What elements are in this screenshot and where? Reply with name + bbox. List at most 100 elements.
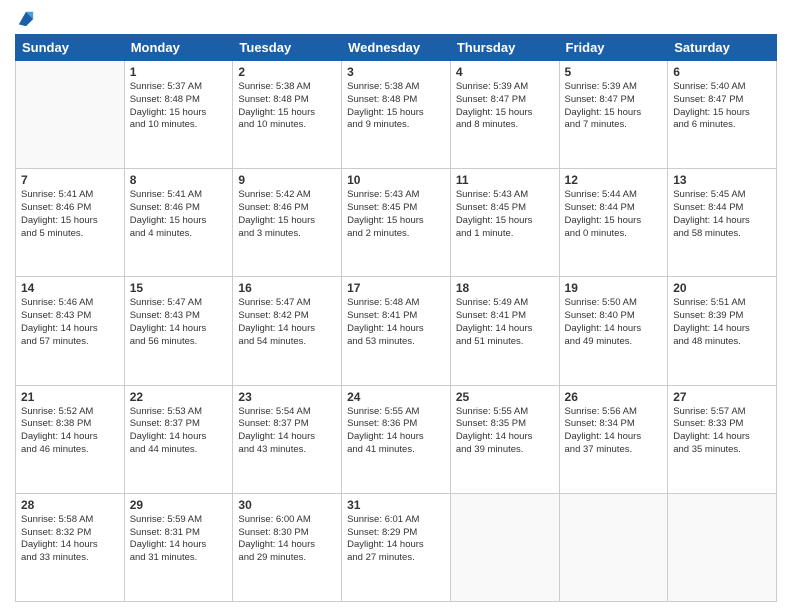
cell-date-number: 12 [565,173,663,187]
cell-info: Sunrise: 5:41 AMSunset: 8:46 PMDaylight:… [21,189,119,240]
cell-date-number: 7 [21,173,119,187]
cell-info: Sunrise: 5:43 AMSunset: 8:45 PMDaylight:… [456,189,554,240]
calendar-cell: 3 Sunrise: 5:38 AMSunset: 8:48 PMDaylight… [342,61,451,169]
cell-date-number: 17 [347,281,445,295]
cell-info: Sunrise: 5:47 AMSunset: 8:42 PMDaylight:… [238,297,336,348]
calendar-week-row: 1 Sunrise: 5:37 AMSunset: 8:48 PMDaylight… [16,61,777,169]
cell-info: Sunrise: 5:41 AMSunset: 8:46 PMDaylight:… [130,189,228,240]
cell-date-number: 24 [347,390,445,404]
calendar-cell: 23 Sunrise: 5:54 AMSunset: 8:37 PMDayligh… [233,385,342,493]
calendar-cell: 28 Sunrise: 5:58 AMSunset: 8:32 PMDayligh… [16,493,125,601]
calendar-cell: 18Sunrise: 5:49 AMSunset: 8:41 PMDayligh… [450,277,559,385]
weekday-header-thursday: Thursday [450,35,559,61]
cell-info: Sunrise: 5:44 AMSunset: 8:44 PMDaylight:… [565,189,663,240]
cell-date-number: 29 [130,498,228,512]
cell-info: Sunrise: 5:37 AMSunset: 8:48 PMDaylight:… [130,81,228,132]
calendar-cell: 13Sunrise: 5:45 AMSunset: 8:44 PMDayligh… [668,169,777,277]
calendar-cell: 7 Sunrise: 5:41 AMSunset: 8:46 PMDaylight… [16,169,125,277]
cell-info: Sunrise: 5:49 AMSunset: 8:41 PMDaylight:… [456,297,554,348]
cell-info: Sunrise: 6:00 AMSunset: 8:30 PMDaylight:… [238,514,336,565]
cell-date-number: 31 [347,498,445,512]
cell-date-number: 23 [238,390,336,404]
calendar-cell: 9 Sunrise: 5:42 AMSunset: 8:46 PMDaylight… [233,169,342,277]
cell-date-number: 27 [673,390,771,404]
weekday-header-tuesday: Tuesday [233,35,342,61]
cell-date-number: 20 [673,281,771,295]
cell-info: Sunrise: 5:50 AMSunset: 8:40 PMDaylight:… [565,297,663,348]
weekday-header-saturday: Saturday [668,35,777,61]
cell-info: Sunrise: 5:42 AMSunset: 8:46 PMDaylight:… [238,189,336,240]
calendar-cell: 27Sunrise: 5:57 AMSunset: 8:33 PMDayligh… [668,385,777,493]
calendar-cell: 4Sunrise: 5:39 AMSunset: 8:47 PMDaylight… [450,61,559,169]
cell-info: Sunrise: 6:01 AMSunset: 8:29 PMDaylight:… [347,514,445,565]
calendar-cell: 14 Sunrise: 5:46 AMSunset: 8:43 PMDayligh… [16,277,125,385]
calendar-cell: 11 Sunrise: 5:43 AMSunset: 8:45 PMDayligh… [450,169,559,277]
cell-info: Sunrise: 5:56 AMSunset: 8:34 PMDaylight:… [565,406,663,457]
cell-date-number: 16 [238,281,336,295]
calendar-cell: 22 Sunrise: 5:53 AMSunset: 8:37 PMDayligh… [124,385,233,493]
cell-date-number: 9 [238,173,336,187]
cell-info: Sunrise: 5:54 AMSunset: 8:37 PMDaylight:… [238,406,336,457]
cell-date-number: 13 [673,173,771,187]
calendar-cell: 8 Sunrise: 5:41 AMSunset: 8:46 PMDaylight… [124,169,233,277]
calendar-cell: 16 Sunrise: 5:47 AMSunset: 8:42 PMDayligh… [233,277,342,385]
cell-info: Sunrise: 5:46 AMSunset: 8:43 PMDaylight:… [21,297,119,348]
cell-date-number: 21 [21,390,119,404]
calendar-week-row: 14 Sunrise: 5:46 AMSunset: 8:43 PMDayligh… [16,277,777,385]
calendar-cell: 30 Sunrise: 6:00 AMSunset: 8:30 PMDayligh… [233,493,342,601]
calendar-cell: 21 Sunrise: 5:52 AMSunset: 8:38 PMDayligh… [16,385,125,493]
cell-date-number: 10 [347,173,445,187]
cell-info: Sunrise: 5:55 AMSunset: 8:35 PMDaylight:… [456,406,554,457]
cell-date-number: 11 [456,173,554,187]
cell-info: Sunrise: 5:40 AMSunset: 8:47 PMDaylight:… [673,81,771,132]
cell-info: Sunrise: 5:53 AMSunset: 8:37 PMDaylight:… [130,406,228,457]
cell-info: Sunrise: 5:58 AMSunset: 8:32 PMDaylight:… [21,514,119,565]
header [15,10,777,26]
cell-date-number: 8 [130,173,228,187]
cell-info: Sunrise: 5:38 AMSunset: 8:48 PMDaylight:… [238,81,336,132]
cell-date-number: 26 [565,390,663,404]
calendar-cell: 5 Sunrise: 5:39 AMSunset: 8:47 PMDaylight… [559,61,668,169]
calendar-week-row: 21 Sunrise: 5:52 AMSunset: 8:38 PMDayligh… [16,385,777,493]
calendar-week-row: 7 Sunrise: 5:41 AMSunset: 8:46 PMDaylight… [16,169,777,277]
calendar-cell [668,493,777,601]
cell-info: Sunrise: 5:55 AMSunset: 8:36 PMDaylight:… [347,406,445,457]
calendar-cell: 12 Sunrise: 5:44 AMSunset: 8:44 PMDayligh… [559,169,668,277]
calendar-cell: 15 Sunrise: 5:47 AMSunset: 8:43 PMDayligh… [124,277,233,385]
logo [15,10,35,26]
cell-info: Sunrise: 5:43 AMSunset: 8:45 PMDaylight:… [347,189,445,240]
cell-date-number: 3 [347,65,445,79]
cell-date-number: 25 [456,390,554,404]
cell-date-number: 30 [238,498,336,512]
cell-date-number: 5 [565,65,663,79]
cell-info: Sunrise: 5:48 AMSunset: 8:41 PMDaylight:… [347,297,445,348]
page: SundayMondayTuesdayWednesdayThursdayFrid… [0,0,792,612]
cell-date-number: 1 [130,65,228,79]
cell-info: Sunrise: 5:47 AMSunset: 8:43 PMDaylight:… [130,297,228,348]
calendar-cell: 25 Sunrise: 5:55 AMSunset: 8:35 PMDayligh… [450,385,559,493]
cell-date-number: 15 [130,281,228,295]
calendar-cell: 19 Sunrise: 5:50 AMSunset: 8:40 PMDayligh… [559,277,668,385]
calendar-cell: 1 Sunrise: 5:37 AMSunset: 8:48 PMDaylight… [124,61,233,169]
cell-info: Sunrise: 5:39 AMSunset: 8:47 PMDaylight:… [565,81,663,132]
cell-info: Sunrise: 5:59 AMSunset: 8:31 PMDaylight:… [130,514,228,565]
calendar-cell [450,493,559,601]
cell-date-number: 22 [130,390,228,404]
calendar-cell: 29 Sunrise: 5:59 AMSunset: 8:31 PMDayligh… [124,493,233,601]
logo-icon [17,10,35,28]
cell-info: Sunrise: 5:51 AMSunset: 8:39 PMDaylight:… [673,297,771,348]
cell-info: Sunrise: 5:38 AMSunset: 8:48 PMDaylight:… [347,81,445,132]
calendar-table: SundayMondayTuesdayWednesdayThursdayFrid… [15,34,777,602]
calendar-cell: 31 Sunrise: 6:01 AMSunset: 8:29 PMDayligh… [342,493,451,601]
calendar-cell: 10 Sunrise: 5:43 AMSunset: 8:45 PMDayligh… [342,169,451,277]
weekday-header-monday: Monday [124,35,233,61]
weekday-header-friday: Friday [559,35,668,61]
weekday-header-row: SundayMondayTuesdayWednesdayThursdayFrid… [16,35,777,61]
cell-date-number: 4 [456,65,554,79]
cell-date-number: 14 [21,281,119,295]
cell-date-number: 28 [21,498,119,512]
calendar-cell: 6Sunrise: 5:40 AMSunset: 8:47 PMDaylight… [668,61,777,169]
cell-date-number: 19 [565,281,663,295]
cell-info: Sunrise: 5:52 AMSunset: 8:38 PMDaylight:… [21,406,119,457]
calendar-cell: 24 Sunrise: 5:55 AMSunset: 8:36 PMDayligh… [342,385,451,493]
